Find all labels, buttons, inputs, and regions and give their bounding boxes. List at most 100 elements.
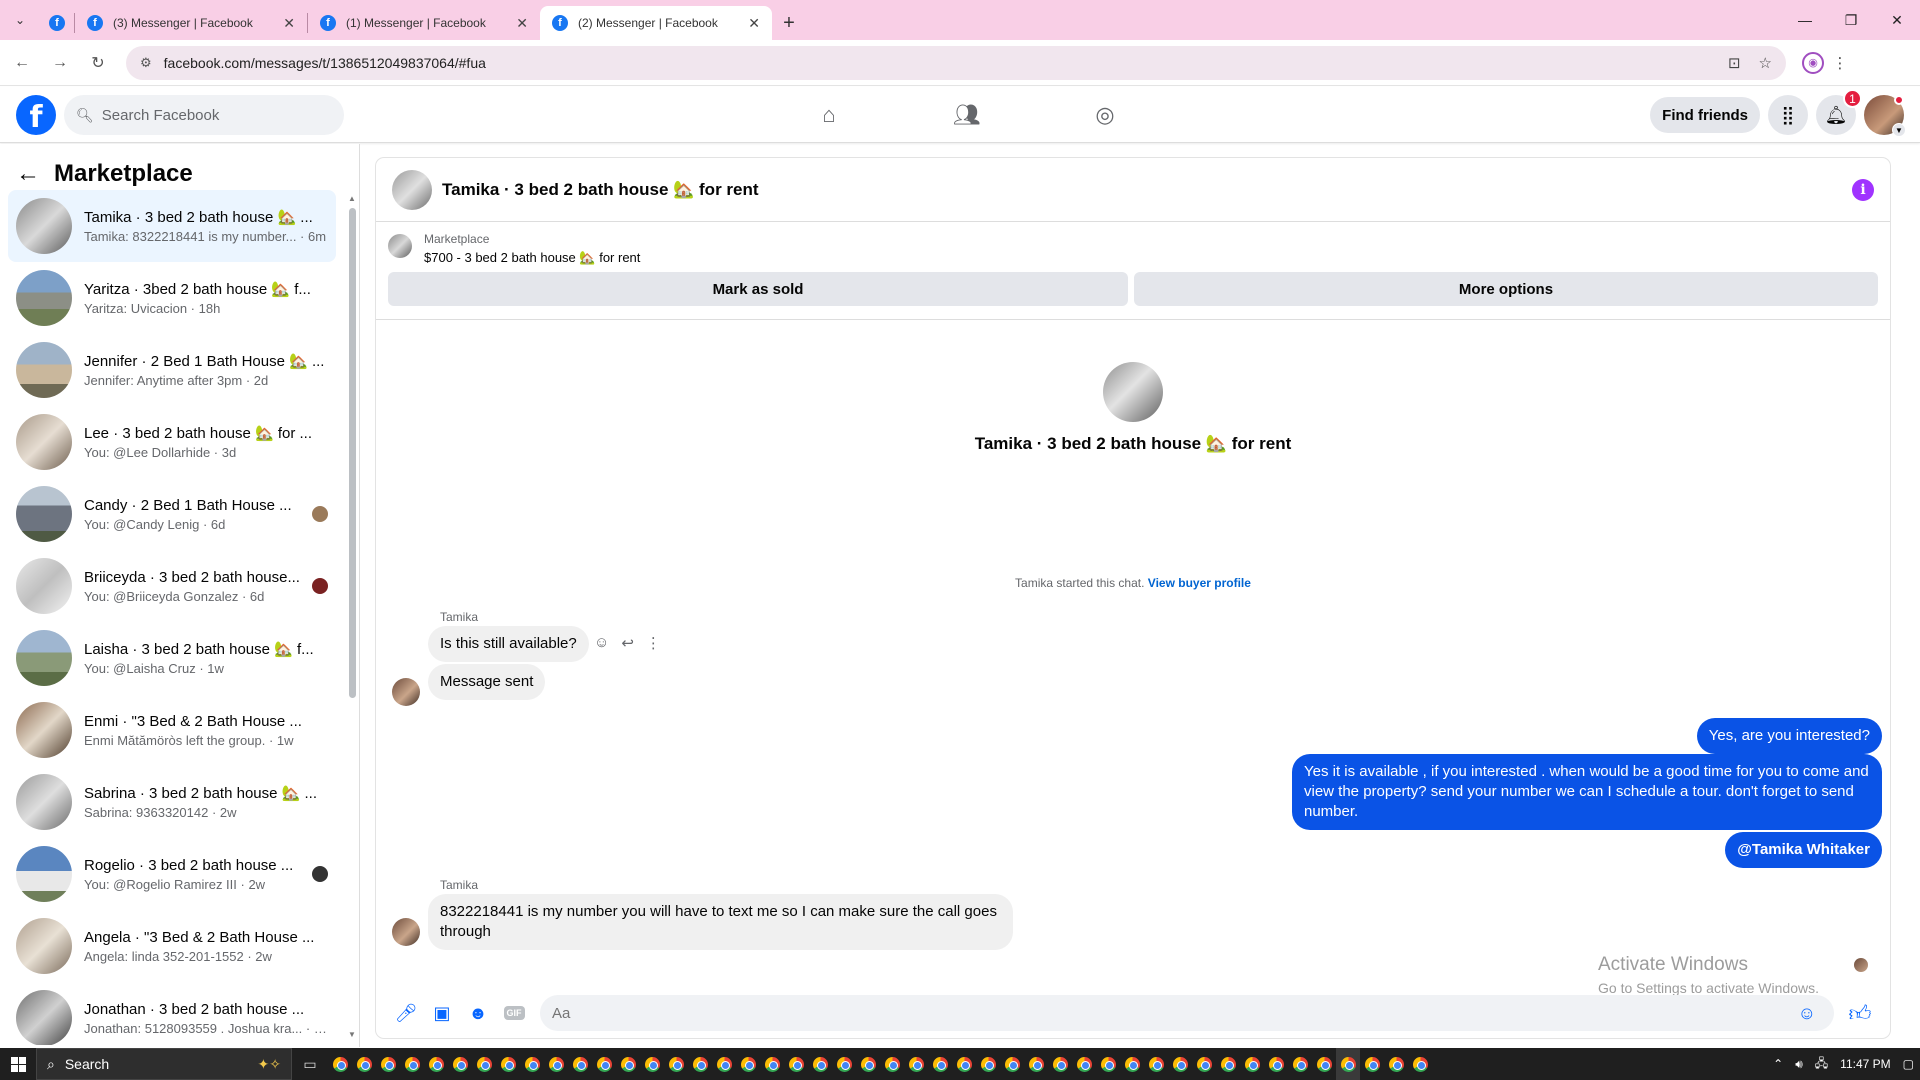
scroll-up-icon[interactable]: ▲ <box>348 194 356 203</box>
outgoing-message[interactable]: Yes, are you interested? <box>1696 718 1882 754</box>
taskbar-browser-app-icon[interactable] <box>328 1048 352 1080</box>
photo-icon[interactable]: ▣ <box>424 995 460 1031</box>
microphone-icon[interactable]: 🎤︎ <box>388 995 424 1031</box>
incoming-message[interactable]: Is this still available? <box>428 626 589 662</box>
search-input[interactable] <box>101 106 322 124</box>
tab-messenger-1[interactable]: f (3) Messenger | Facebook ✕ <box>75 6 307 40</box>
reload-icon[interactable]: ↻ <box>82 47 114 79</box>
listing-thumbnail[interactable] <box>388 234 412 258</box>
taskbar-browser-app-icon[interactable] <box>1144 1048 1168 1080</box>
tab-search-icon[interactable]: ⌄ <box>0 0 40 40</box>
taskbar-browser-app-icon[interactable] <box>1096 1048 1120 1080</box>
groups-icon[interactable]: ◎ <box>1036 87 1174 143</box>
conversation-item[interactable]: Tamika · 3 bed 2 bath house 🏡 ... Tamika:… <box>8 190 336 262</box>
conversation-item[interactable]: Rogelio · 3 bed 2 bath house ... You: @Ro… <box>8 838 336 910</box>
conversation-item[interactable]: Yaritza · 3bed 2 bath house 🏡 f... Yaritz… <box>8 262 336 334</box>
taskbar-browser-app-icon[interactable] <box>472 1048 496 1080</box>
menu-grid-icon[interactable]: ⣿ <box>1768 95 1808 135</box>
windows-start-icon[interactable] <box>0 1048 36 1080</box>
message-input[interactable] <box>552 1004 1798 1022</box>
conversation-item[interactable]: Jonathan · 3 bed 2 bath house ... Jonatha… <box>8 982 336 1045</box>
clock[interactable]: 11:47 PM <box>1840 1057 1890 1071</box>
taskbar-browser-app-icon[interactable] <box>904 1048 928 1080</box>
kebab-menu-icon[interactable]: ⋮ <box>1824 47 1856 79</box>
incoming-message[interactable]: 8322218441 is my number you will have to… <box>428 894 1013 950</box>
taskbar-browser-app-icon[interactable] <box>520 1048 544 1080</box>
more-options-button[interactable]: More options <box>1134 272 1878 306</box>
facebook-logo-icon[interactable]: f <box>16 95 56 135</box>
tab-pinned-facebook[interactable]: f <box>40 6 74 40</box>
taskbar-browser-app-icon[interactable] <box>496 1048 520 1080</box>
conversation-item[interactable]: Sabrina · 3 bed 2 bath house 🏡 ... Sabrin… <box>8 766 336 838</box>
thumbs-up-icon[interactable]: 👍︎ <box>1842 1000 1878 1027</box>
sender-avatar[interactable] <box>392 678 420 706</box>
taskbar-browser-app-icon[interactable] <box>640 1048 664 1080</box>
taskbar-browser-app-icon[interactable] <box>880 1048 904 1080</box>
taskbar-browser-app-icon[interactable] <box>544 1048 568 1080</box>
taskbar-browser-app-icon[interactable] <box>568 1048 592 1080</box>
listing-description[interactable]: $700 - 3 bed 2 bath house 🏡 for rent <box>424 250 640 266</box>
outgoing-message[interactable]: Yes it is available , if you interested … <box>1292 754 1882 830</box>
more-icon[interactable]: ⋮ <box>646 634 661 652</box>
sender-avatar[interactable] <box>392 918 420 946</box>
taskbar-browser-app-icon[interactable] <box>976 1048 1000 1080</box>
taskbar-browser-app-icon[interactable] <box>448 1048 472 1080</box>
minimize-icon[interactable]: — <box>1782 0 1828 40</box>
address-bar[interactable]: ⚙ facebook.com/messages/t/13865120498370… <box>126 45 1786 80</box>
taskbar-browser-app-icon[interactable] <box>352 1048 376 1080</box>
info-icon[interactable]: i <box>1852 178 1874 201</box>
taskbar-browser-app-icon[interactable] <box>1360 1048 1384 1080</box>
home-icon[interactable]: ⌂ <box>760 87 898 143</box>
conversation-item[interactable]: Angela · "3 Bed & 2 Bath House ... Angela… <box>8 910 336 982</box>
tab-messenger-2[interactable]: f (1) Messenger | Facebook ✕ <box>308 6 540 40</box>
taskbar-browser-app-icon[interactable] <box>760 1048 784 1080</box>
react-emoji-icon[interactable]: ☺ <box>594 634 609 652</box>
conversation-item[interactable]: Laisha · 3 bed 2 bath house 🏡 f... You: @… <box>8 622 336 694</box>
chevron-up-icon[interactable]: ⌃ <box>1773 1057 1783 1071</box>
close-icon[interactable]: ✕ <box>516 15 528 32</box>
taskbar-browser-app-icon[interactable] <box>1120 1048 1144 1080</box>
taskbar-browser-app-icon[interactable] <box>592 1048 616 1080</box>
tab-messenger-3-active[interactable]: f (2) Messenger | Facebook ✕ <box>540 6 772 40</box>
taskbar-browser-app-icon[interactable] <box>1072 1048 1096 1080</box>
notifications-bell-icon[interactable]: 🔔︎ 1 <box>1816 89 1862 135</box>
taskbar-browser-app-icon[interactable] <box>1312 1048 1336 1080</box>
scroll-down-icon[interactable]: ▼ <box>348 1030 356 1039</box>
conversation-item[interactable]: Candy · 2 Bed 1 Bath House ... You: @Cand… <box>8 478 336 550</box>
back-arrow-icon[interactable]: ← <box>6 47 38 79</box>
taskbar-browser-app-icon[interactable] <box>616 1048 640 1080</box>
taskbar-browser-app-icon[interactable] <box>1000 1048 1024 1080</box>
taskbar-browser-app-icon[interactable] <box>1216 1048 1240 1080</box>
account-avatar[interactable]: ▼ <box>1864 95 1906 137</box>
taskbar-browser-app-icon[interactable] <box>1336 1048 1360 1080</box>
taskbar-browser-app-icon[interactable] <box>736 1048 760 1080</box>
reply-icon[interactable]: ↩ <box>621 634 634 652</box>
chat-avatar[interactable] <box>392 169 432 210</box>
taskbar-browser-app-icon[interactable] <box>784 1048 808 1080</box>
taskbar-browser-app-icon[interactable] <box>1192 1048 1216 1080</box>
install-app-icon[interactable]: ⊡ <box>1728 54 1741 72</box>
chat-title[interactable]: Tamika · 3 bed 2 bath house 🏡 for rent <box>442 180 1852 200</box>
forward-arrow-icon[interactable]: → <box>44 47 76 79</box>
conversation-item[interactable]: Jennifer · 2 Bed 1 Bath House 🏡 ... Jenni… <box>8 334 336 406</box>
facebook-search[interactable]: 🔍︎ <box>64 95 344 135</box>
taskbar-browser-app-icon[interactable] <box>1048 1048 1072 1080</box>
site-settings-icon[interactable]: ⚙ <box>140 55 152 71</box>
taskbar-browser-app-icon[interactable] <box>832 1048 856 1080</box>
taskbar-browser-app-icon[interactable] <box>1168 1048 1192 1080</box>
conversation-item[interactable]: Briiceyda · 3 bed 2 bath house... You: @B… <box>8 550 336 622</box>
conversation-item[interactable]: Enmi · "3 Bed & 2 Bath House ... Enmi Măt… <box>8 694 336 766</box>
incoming-message[interactable]: Message sent <box>428 664 546 700</box>
close-icon[interactable]: ✕ <box>283 15 295 32</box>
taskbar-browser-app-icon[interactable] <box>1024 1048 1048 1080</box>
taskbar-browser-app-icon[interactable] <box>928 1048 952 1080</box>
back-arrow-icon[interactable]: ← <box>16 160 40 188</box>
emoji-icon[interactable]: ☺ <box>1798 1003 1816 1024</box>
taskbar-browser-app-icon[interactable] <box>688 1048 712 1080</box>
taskbar-browser-app-icon[interactable] <box>808 1048 832 1080</box>
taskbar-browser-app-icon[interactable] <box>712 1048 736 1080</box>
taskbar-browser-app-icon[interactable] <box>1264 1048 1288 1080</box>
close-icon[interactable]: ✕ <box>748 15 760 32</box>
taskbar-browser-app-icon[interactable] <box>1240 1048 1264 1080</box>
profile-icon[interactable]: ◉ <box>1802 51 1824 74</box>
